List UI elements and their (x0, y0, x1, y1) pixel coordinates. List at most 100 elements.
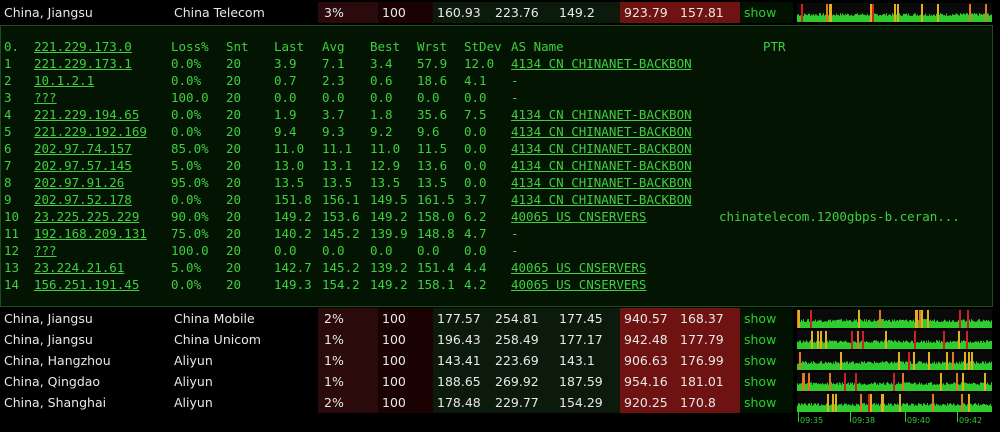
max-cell: 229.77 (489, 392, 555, 413)
hop-avg: 9.3 (322, 124, 345, 139)
hop-as-name[interactable]: 4134 CN CHINANET-BACKBON (511, 191, 692, 208)
hop-last: 1.9 (274, 107, 297, 122)
hop-as-name[interactable]: 4134 CN CHINANET-BACKBON (511, 55, 692, 72)
loss-cell: 1% (318, 350, 378, 371)
jitter-cell: 906.63 (620, 350, 678, 371)
hop-as-name[interactable]: 40065 US CNSERVERS (511, 208, 646, 225)
hop-ip[interactable]: ??? (34, 89, 57, 106)
hop-ip[interactable]: 23.225.225.229 (34, 208, 139, 225)
min-cell: 149.2 (555, 2, 620, 23)
ping-row: China, Shanghai Aliyun 2% 100 178.48 229.77 15… (0, 392, 1000, 413)
header-hop-number: 0. (4, 39, 20, 54)
hop-snt: 20 (226, 226, 242, 241)
hop-as-name[interactable]: 4134 CN CHINANET-BACKBON (511, 174, 692, 191)
hop-number: 10 (4, 209, 20, 224)
time-axis-label: 09:40 (907, 416, 931, 425)
hop-ip[interactable]: 10.1.2.1 (34, 72, 94, 89)
sent-cell: 100 (378, 2, 433, 23)
ping-row: China, Qingdao Aliyun 1% 100 188.65 269.92 187… (0, 371, 1000, 392)
hop-last: 0.0 (274, 90, 297, 105)
hop-wrst: 13.6 (417, 158, 448, 173)
hop-avg: 153.6 (322, 209, 360, 224)
time-axis-tick (850, 412, 851, 422)
hop-as-name: - (511, 243, 519, 258)
hop-best: 13.5 (370, 175, 401, 190)
mtr-hop-row: 11 192.168.209.131 75.0% 20 140.2 145.2 139.9 1… (1, 225, 991, 242)
hop-loss: 5.0% (171, 158, 202, 173)
hop-as-name[interactable]: 40065 US CNSERVERS (511, 276, 646, 293)
hop-avg: 2.3 (322, 73, 345, 88)
hop-snt: 20 (226, 90, 242, 105)
hop-ip[interactable]: 156.251.191.45 (34, 276, 139, 293)
hop-number: 11 (4, 226, 20, 241)
hop-loss: 5.0% (171, 260, 202, 275)
loss-cell: 1% (318, 371, 378, 392)
hop-snt: 20 (226, 243, 242, 258)
hop-as-name: - (511, 226, 519, 241)
hop-ip[interactable]: 221.229.173.1 (34, 55, 132, 72)
hop-ip[interactable]: 23.224.21.61 (34, 259, 124, 276)
hop-ip[interactable]: 202.97.52.178 (34, 191, 132, 208)
hop-snt: 20 (226, 260, 242, 275)
hop-last: 13.0 (274, 158, 305, 173)
hop-last: 149.3 (274, 277, 312, 292)
hop-snt: 20 (226, 124, 242, 139)
hop-snt: 20 (226, 73, 242, 88)
hop-ip[interactable]: 192.168.209.131 (34, 225, 147, 242)
hop-ip[interactable]: 202.97.91.26 (34, 174, 124, 191)
mtr-hop-row: 6 202.97.74.157 85.0% 20 11.0 11.1 11.0 11.5 0.0… (1, 140, 991, 157)
mtr-hop-row: 8 202.97.91.26 95.0% 20 13.5 13.5 13.5 13.5 0.0 4… (1, 174, 991, 191)
hop-best: 3.4 (370, 56, 393, 71)
hop-ip[interactable]: ??? (34, 242, 57, 259)
hop-ip[interactable]: 221.229.194.65 (34, 106, 139, 123)
hop-ip[interactable]: 221.229.192.169 (34, 123, 147, 140)
mtr-hop-row: 5 221.229.192.169 0.0% 20 9.4 9.3 9.2 9.6 0.0 413… (1, 123, 991, 140)
stdev-cell: 177.79 (678, 329, 740, 350)
mtr-hop-row: 12??? 100.0 20 0.0 0.0 0.0 0.0 0.0 - (1, 242, 991, 259)
hop-as-name[interactable]: 40065 US CNSERVERS (511, 259, 646, 276)
hop-ip[interactable]: 202.97.57.145 (34, 157, 132, 174)
hop-ip[interactable]: 202.97.74.157 (34, 140, 132, 157)
show-link[interactable]: show (740, 350, 793, 371)
avg-cell: 177.57 (433, 308, 489, 329)
hop-number: 7 (4, 158, 12, 173)
max-cell: 254.81 (489, 308, 555, 329)
mtr-header-row: 0. 221.229.173.0 Loss% Snt Last Avg Best… (1, 38, 991, 55)
min-cell: 187.59 (555, 371, 620, 392)
hop-last: 142.7 (274, 260, 312, 275)
show-link[interactable]: show (740, 329, 793, 350)
hop-loss: 0.0% (171, 124, 202, 139)
header-last: Last (274, 39, 305, 54)
location-cell: China, Qingdao (4, 374, 101, 389)
latency-sparkline (797, 3, 992, 22)
sent-cell: 100 (378, 350, 433, 371)
show-link[interactable]: show (740, 392, 793, 413)
show-link[interactable]: show (740, 371, 793, 392)
header-target-ip[interactable]: 221.229.173.0 (34, 38, 132, 55)
hop-avg: 145.2 (322, 260, 360, 275)
mtr-hop-row: 2 10.1.2.1 0.0% 20 0.7 2.3 0.6 18.6 4.1 - (1, 72, 991, 89)
hop-as-name[interactable]: 4134 CN CHINANET-BACKBON (511, 106, 692, 123)
header-ptr: PTR (763, 39, 786, 54)
location-cell: China, Jiangsu (4, 311, 93, 326)
loss-cell: 2% (318, 308, 378, 329)
hop-loss: 0.0% (171, 192, 202, 207)
hop-last: 140.2 (274, 226, 312, 241)
show-link[interactable]: show (740, 308, 793, 329)
sent-cell: 100 (378, 329, 433, 350)
hop-as-name: - (511, 73, 519, 88)
hop-snt: 20 (226, 158, 242, 173)
hop-as-name[interactable]: 4134 CN CHINANET-BACKBON (511, 123, 692, 140)
hop-wrst: 9.6 (417, 124, 440, 139)
hop-loss: 90.0% (171, 209, 209, 224)
header-loss: Loss% (171, 39, 209, 54)
hop-wrst: 158.1 (417, 277, 455, 292)
latency-sparkline (797, 372, 992, 391)
hop-stdev: 0.0 (464, 124, 487, 139)
hop-best: 139.9 (370, 226, 408, 241)
sent-cell: 100 (378, 371, 433, 392)
hop-as-name[interactable]: 4134 CN CHINANET-BACKBON (511, 140, 692, 157)
hop-as-name[interactable]: 4134 CN CHINANET-BACKBON (511, 157, 692, 174)
show-link[interactable]: show (740, 2, 793, 23)
hop-stdev: 0.0 (464, 243, 487, 258)
